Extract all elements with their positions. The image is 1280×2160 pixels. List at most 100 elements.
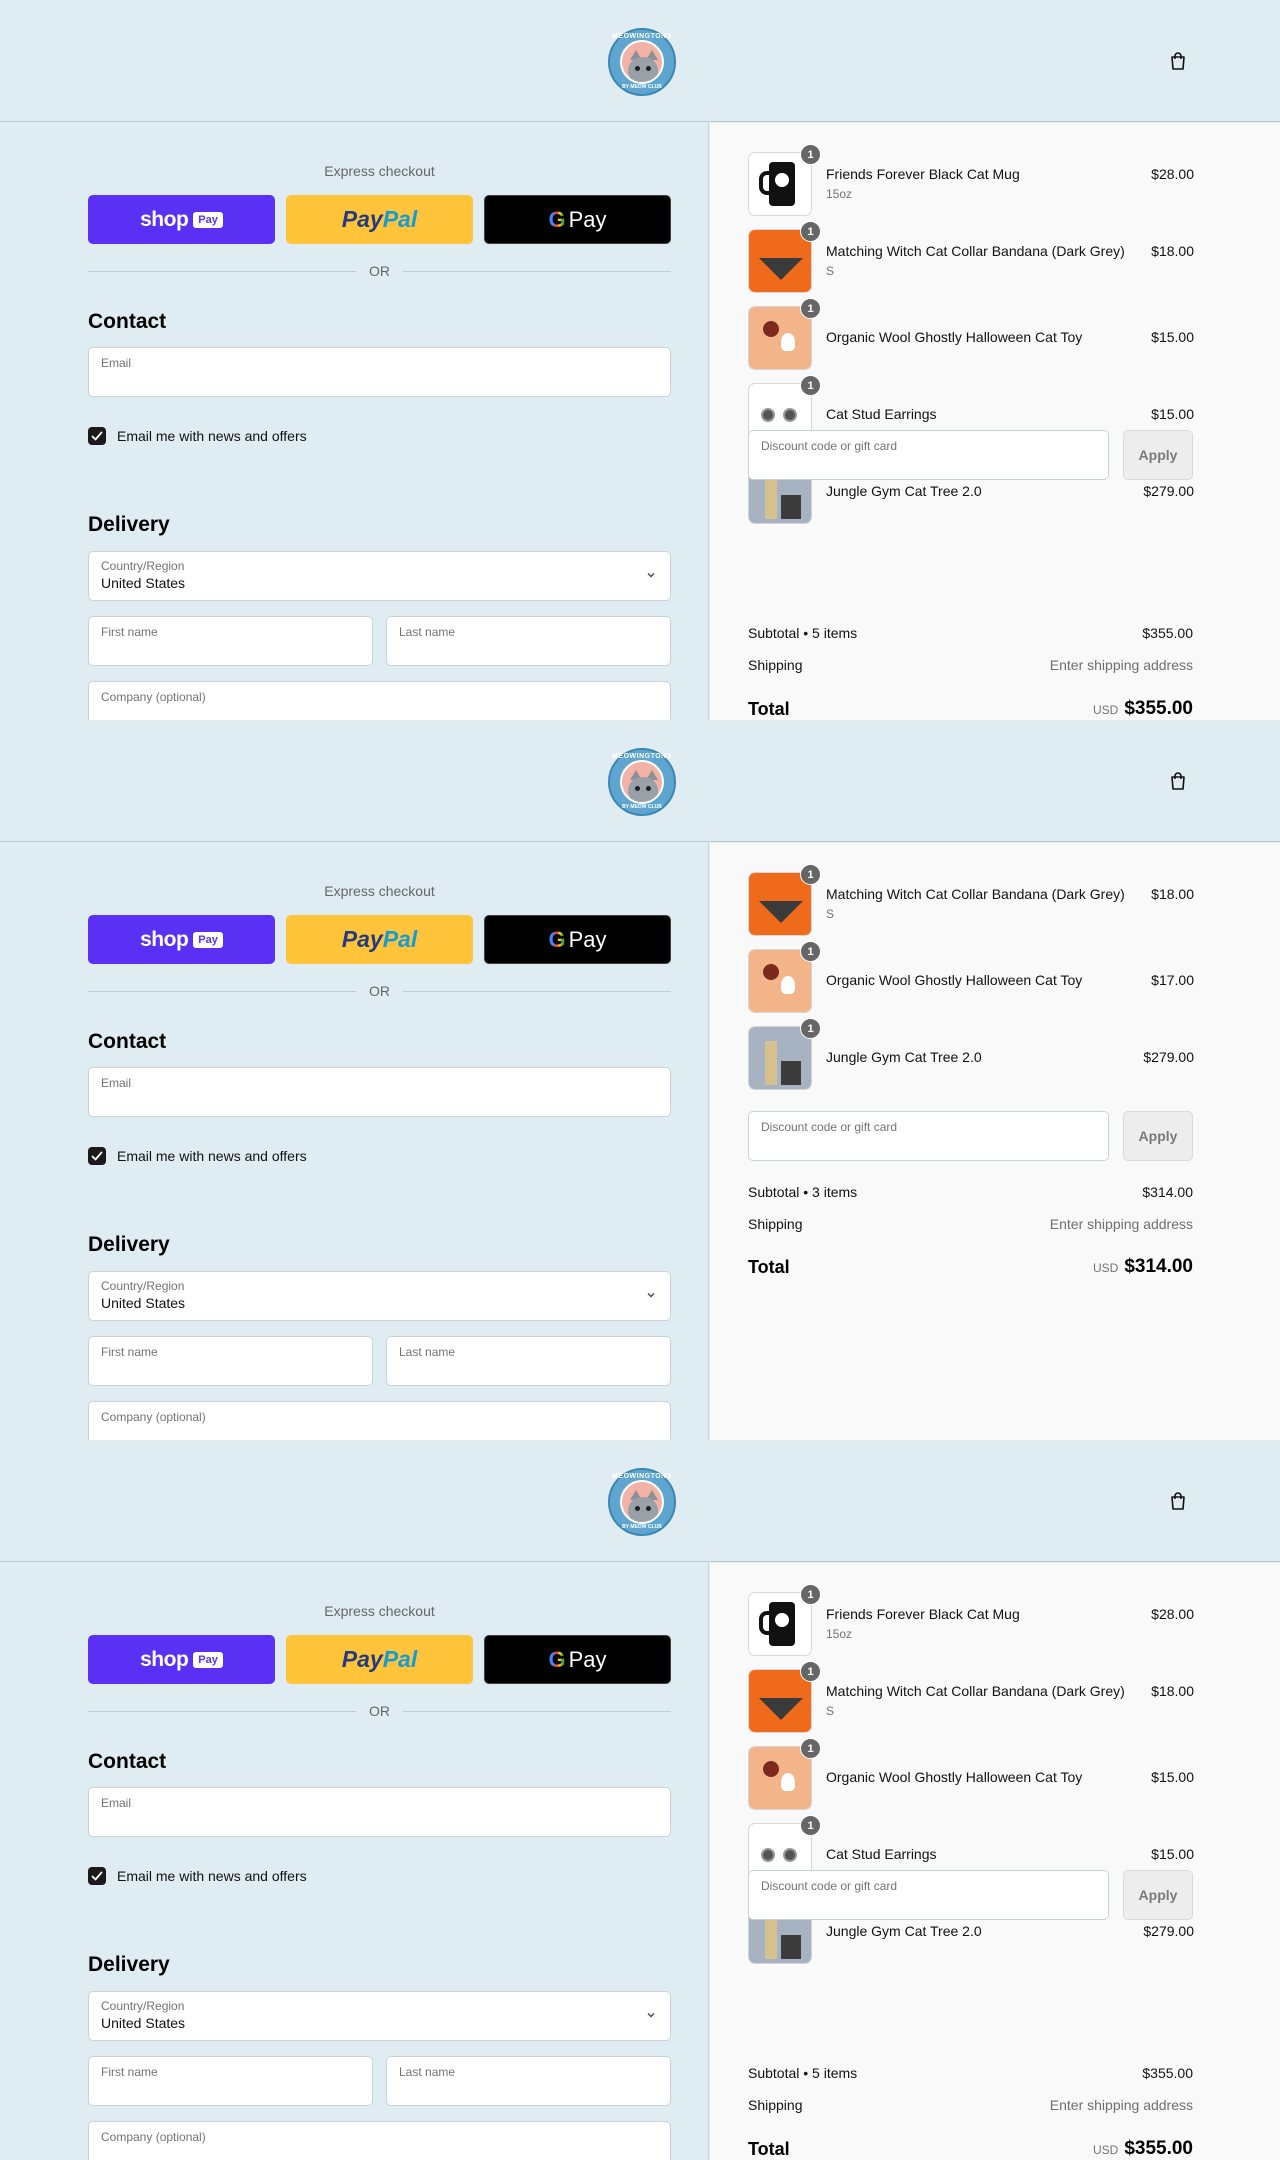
google-pay-wordmark: Pay [568, 206, 607, 232]
or-text: OR [369, 1703, 390, 1719]
company-field[interactable]: Company (optional) [88, 681, 671, 720]
shipping-value: Enter shipping address [1049, 2097, 1193, 2113]
google-pay-button[interactable]: G Pay [484, 1635, 671, 1684]
quantity-badge: 1 [800, 375, 821, 396]
shopping-bag-icon[interactable] [1170, 52, 1186, 70]
country-select[interactable]: Country/Region United States [88, 1991, 671, 2041]
last-name-field[interactable]: Last name [386, 1336, 671, 1386]
shop-pay-button[interactable]: shop Pay [88, 195, 275, 244]
paypal-wordmark-b: Pal [382, 206, 418, 232]
store-logo[interactable]: MEOWINGTONS BY MEOW CLUB [608, 748, 676, 816]
cart-line-item: 1 Organic Wool Ghostly Halloween Cat Toy $… [748, 1738, 1194, 1810]
shop-pay-wordmark: shop [140, 1647, 189, 1671]
paypal-button[interactable]: Pay Pal [286, 1635, 473, 1684]
newsletter-checkbox[interactable] [88, 427, 106, 445]
shop-pay-button[interactable]: shop Pay [88, 1635, 275, 1684]
first-name-field[interactable]: First name [88, 2056, 373, 2106]
quantity-badge: 1 [800, 941, 821, 962]
total-value: USD $314.00 [1093, 1256, 1193, 1278]
discount-code-field[interactable]: Discount code or gift card [748, 1111, 1109, 1161]
shopping-bag-icon[interactable] [1170, 772, 1186, 790]
site-header: MEOWINGTONS BY MEOW CLUB [0, 0, 1280, 122]
store-logo[interactable]: MEOWINGTONS BY MEOW CLUB [608, 1468, 676, 1536]
google-pay-button[interactable]: G Pay [484, 195, 671, 244]
shipping-label: Shipping [748, 2097, 803, 2113]
checkout-form: Express checkout shop Pay Pay Pal G Pay O… [0, 1563, 709, 2160]
product-price: $18.00 [1151, 886, 1194, 902]
express-checkout-label: Express checkout [324, 163, 435, 179]
last-name-field[interactable]: Last name [386, 616, 671, 666]
email-field[interactable]: Email [88, 347, 671, 397]
subtotal-value: $355.00 [1142, 625, 1193, 641]
product-price: $15.00 [1151, 329, 1194, 345]
product-price: $279.00 [1143, 1923, 1194, 1939]
checkmark-icon [91, 1871, 103, 1881]
paypal-wordmark-b: Pal [382, 1646, 418, 1672]
quantity-badge: 1 [800, 221, 821, 242]
product-price: $28.00 [1151, 166, 1194, 182]
google-pay-button[interactable]: G Pay [484, 915, 671, 964]
apply-discount-button[interactable]: Apply [1123, 430, 1193, 480]
company-field[interactable]: Company (optional) [88, 1401, 671, 1440]
first-name-field[interactable]: First name [88, 1336, 373, 1386]
company-field[interactable]: Company (optional) [88, 2121, 671, 2160]
company-label: Company (optional) [101, 1410, 206, 1424]
discount-code-field[interactable]: Discount code or gift card [748, 1870, 1109, 1920]
newsletter-checkbox[interactable] [88, 1867, 106, 1885]
subtotal-label: Subtotal • 3 items [748, 1184, 858, 1200]
currency-code: USD [1092, 703, 1119, 717]
store-logo[interactable]: MEOWINGTONS BY MEOW CLUB [608, 28, 676, 96]
discount-placeholder: Discount code or gift card [761, 1120, 898, 1134]
newsletter-checkbox[interactable] [88, 1147, 106, 1165]
shop-pay-chip: Pay [193, 1651, 223, 1668]
discount-placeholder: Discount code or gift card [761, 439, 898, 453]
first-name-field[interactable]: First name [88, 616, 373, 666]
logo-text-top: MEOWINGTONS [612, 753, 672, 760]
shop-pay-chip: Pay [193, 211, 223, 228]
country-select[interactable]: Country/Region United States [88, 1271, 671, 1321]
last-name-field[interactable]: Last name [386, 2056, 671, 2106]
product-name: Friends Forever Black Cat Mug [826, 166, 1020, 182]
country-select[interactable]: Country/Region United States [88, 551, 671, 601]
apply-discount-button[interactable]: Apply [1123, 1111, 1193, 1161]
email-field[interactable]: Email [88, 1787, 671, 1837]
order-summary: 1 Friends Forever Black Cat Mug 15oz $28.00… [710, 123, 1280, 720]
email-field[interactable]: Email [88, 1067, 671, 1117]
product-price: $279.00 [1143, 1049, 1194, 1065]
paypal-wordmark-b: Pal [382, 926, 418, 952]
quantity-badge: 1 [800, 1661, 821, 1682]
total-value: USD $355.00 [1093, 698, 1193, 720]
product-name: Matching Witch Cat Collar Bandana (Dark … [826, 1683, 1125, 1699]
shop-pay-wordmark: shop [140, 927, 189, 951]
product-variant: S [826, 264, 835, 278]
product-price: $28.00 [1151, 1606, 1194, 1622]
country-value: United States [101, 1295, 186, 1311]
product-variant: 15oz [826, 1627, 853, 1641]
newsletter-label: Email me with news and offers [117, 1148, 307, 1164]
product-price: $279.00 [1143, 483, 1194, 499]
product-name: Matching Witch Cat Collar Bandana (Dark … [826, 886, 1125, 902]
chevron-down-icon [647, 1293, 655, 1298]
checkout-view-1: MEOWINGTONS BY MEOW CLUB Express checkou… [0, 0, 1280, 720]
total-label: Total [748, 1257, 790, 1277]
last-name-label: Last name [399, 1345, 456, 1359]
company-label: Company (optional) [101, 2130, 206, 2144]
product-price: $18.00 [1151, 1683, 1194, 1699]
order-summary: 1 Matching Witch Cat Collar Bandana (Dark… [710, 843, 1280, 1440]
logo-text-bottom: BY MEOW CLUB [622, 84, 662, 90]
shopping-bag-icon[interactable] [1170, 1492, 1186, 1510]
discount-code-field[interactable]: Discount code or gift card [748, 430, 1109, 480]
apply-discount-button[interactable]: Apply [1123, 1870, 1193, 1920]
product-name: Cat Stud Earrings [826, 406, 937, 422]
newsletter-label: Email me with news and offers [117, 428, 307, 444]
quantity-badge: 1 [800, 298, 821, 319]
shop-pay-button[interactable]: shop Pay [88, 915, 275, 964]
paypal-button[interactable]: Pay Pal [286, 195, 473, 244]
newsletter-label: Email me with news and offers [117, 1868, 307, 1884]
shop-pay-wordmark: shop [140, 207, 189, 231]
paypal-button[interactable]: Pay Pal [286, 915, 473, 964]
product-price: $15.00 [1151, 1846, 1194, 1862]
cart-line-item: 1 Friends Forever Black Cat Mug 15oz $28.00 [748, 1584, 1194, 1656]
checkout-form: Express checkout shop Pay Pay Pal G Pay O… [0, 843, 709, 1440]
logo-text-bottom: BY MEOW CLUB [622, 1524, 662, 1530]
